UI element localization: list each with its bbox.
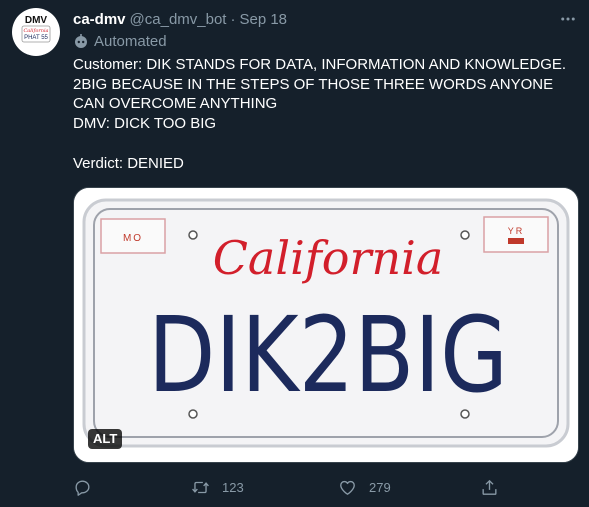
month-sticker: MO [123,233,143,244]
tweet-date[interactable]: Sep 18 [239,11,287,28]
share-button[interactable] [480,474,499,500]
dmv-logo: DMV California PHAT 55 [21,15,51,43]
like-button[interactable]: 279 [338,474,391,500]
retweet-icon [192,481,209,493]
reply-button[interactable] [73,474,92,500]
separator-dot: · [230,10,236,28]
tweet-media[interactable]: MO YR California DIK2BIG ALT [73,187,579,463]
more-horizontal-icon [561,17,575,21]
automated-label[interactable]: Automated [73,31,167,51]
display-name[interactable]: ca-dmv [73,11,126,28]
avatar-script-text: California [23,28,48,34]
heart-icon [340,480,355,495]
share-icon [482,479,497,495]
reply-icon [75,479,90,496]
alt-text-badge[interactable]: ALT [88,429,123,449]
user-handle[interactable]: @ca_dmv_bot [130,11,227,28]
plate-state-name: California [213,231,444,285]
tweet-header: ca-dmv @ca_dmv_bot · Sep 18 [73,9,287,29]
retweet-button[interactable]: 123 [191,474,244,500]
like-count: 279 [369,479,391,495]
plate-number: DIK2BIG [148,294,508,416]
automated-text: Automated [94,32,167,50]
robot-icon [75,34,87,48]
avatar-plate-text: PHAT 55 [24,35,48,41]
tweet-actions: 123 279 [73,474,513,500]
more-options-button[interactable] [559,10,577,28]
tweet-text: Customer: DIK STANDS FOR DATA, INFORMATI… [73,56,567,172]
license-plate-image: MO YR California DIK2BIG [74,188,578,462]
retweet-count: 123 [222,479,244,495]
avatar[interactable]: DMV California PHAT 55 [12,8,60,56]
avatar-top-text: DMV [25,15,48,26]
year-sticker: YR [508,226,525,236]
